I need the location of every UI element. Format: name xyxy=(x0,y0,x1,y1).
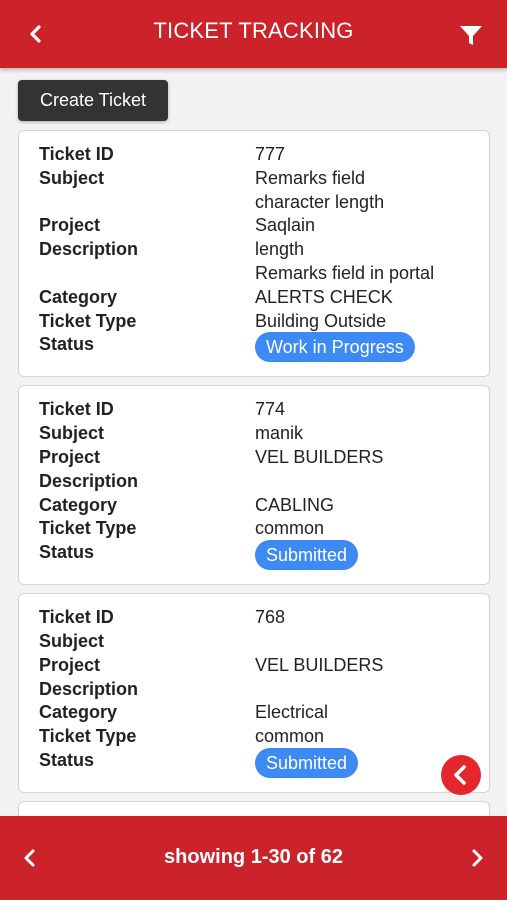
description-row: Description xyxy=(39,678,489,702)
ticket-id-row: Ticket ID 768 xyxy=(39,606,489,630)
category-value: Electrical xyxy=(255,702,329,723)
description-label: Description xyxy=(39,470,139,491)
status-row: Status Submitted xyxy=(39,747,489,778)
description-row: Description length Remarks field in portal xyxy=(39,238,489,286)
subject-line: character length xyxy=(255,191,385,212)
ticket-id-row: Ticket ID 774 xyxy=(39,398,489,422)
status-label: Status xyxy=(39,334,95,355)
subject-label: Subject xyxy=(39,167,105,188)
subject-label: Subject xyxy=(39,630,105,651)
ticket-id-value: 768 xyxy=(255,607,286,628)
subject-row: Subject manik xyxy=(39,422,489,446)
description-value: length Remarks field in portal xyxy=(255,238,489,286)
description-line: length xyxy=(255,239,305,260)
description-value xyxy=(255,470,489,494)
description-label: Description xyxy=(39,239,139,260)
project-label: Project xyxy=(39,654,101,675)
subject-value: manik xyxy=(255,423,304,444)
ticket-type-row: Ticket Type common xyxy=(39,725,489,749)
subject-value xyxy=(255,630,489,654)
category-value: ALERTS CHECK xyxy=(255,286,393,307)
status-row: Status Work in Progress xyxy=(39,332,489,363)
category-row: Category Electrical xyxy=(39,701,489,725)
project-row: Project Saqlain xyxy=(39,214,489,238)
ticket-type-label: Ticket Type xyxy=(39,726,137,747)
ticket-type-row: Ticket Type Building Outside xyxy=(39,310,489,334)
ticket-type-row: Ticket Type common xyxy=(39,517,489,541)
page-title: TICKET TRACKING xyxy=(153,18,354,43)
app-header: TICKET TRACKING xyxy=(0,0,507,68)
status-row: Status Submitted xyxy=(39,540,489,571)
status-badge: Submitted xyxy=(255,747,359,778)
create-ticket-button[interactable]: Create Ticket xyxy=(18,80,168,121)
subject-value: Remarks field character length xyxy=(255,167,489,215)
project-label: Project xyxy=(39,215,101,236)
ticket-id-label: Ticket ID xyxy=(39,607,114,628)
collapse-chevron-left-icon[interactable] xyxy=(441,755,481,795)
description-label: Description xyxy=(39,678,139,699)
ticket-id-value: 774 xyxy=(255,399,286,420)
ticket-type-value: common xyxy=(255,726,325,747)
ticket-id-label: Ticket ID xyxy=(39,144,114,164)
ticket-type-value: Building Outside xyxy=(255,310,387,331)
subject-row: Subject Remarks field character length xyxy=(39,167,489,215)
ticket-card[interactable]: Ticket ID 774 Subject manik Project VEL BUI… xyxy=(18,385,490,586)
project-label: Project xyxy=(39,446,101,467)
ticket-type-label: Ticket Type xyxy=(39,518,137,539)
ticket-id-row: Ticket ID 777 xyxy=(39,143,489,167)
ticket-id-value: 777 xyxy=(255,144,286,164)
next-page-icon[interactable] xyxy=(463,844,491,872)
subject-line: Remarks field xyxy=(255,167,366,188)
status-badge: Work in Progress xyxy=(255,332,415,363)
category-value: CABLING xyxy=(255,494,335,515)
category-label: Category xyxy=(39,494,118,515)
category-row: Category CABLING xyxy=(39,494,489,518)
description-value xyxy=(255,678,489,702)
ticket-id-label: Ticket ID xyxy=(39,399,114,420)
project-row: Project VEL BUILDERS xyxy=(39,446,489,470)
subject-row: Subject xyxy=(39,630,489,654)
ticket-card[interactable]: Ticket ID 768 Subject Project VEL BUILDERS… xyxy=(18,593,490,793)
status-label: Status xyxy=(39,749,95,770)
description-line: Remarks field in portal xyxy=(255,262,435,283)
project-value: VEL BUILDERS xyxy=(255,446,384,467)
description-row: Description xyxy=(39,470,489,494)
ticket-list: Ticket ID 777 Subject Remarks field charact… xyxy=(18,130,490,829)
ticket-type-label: Ticket Type xyxy=(39,310,137,331)
ticket-card[interactable]: Ticket ID 777 Subject Remarks field charact… xyxy=(18,130,490,378)
pagination-info: showing 1-30 of 62 xyxy=(164,846,343,868)
status-label: Status xyxy=(39,542,95,563)
status-badge: Submitted xyxy=(255,540,359,571)
project-value: VEL BUILDERS xyxy=(255,654,384,675)
project-row: Project VEL BUILDERS xyxy=(39,654,489,678)
pagination-bar: showing 1-30 of 62 xyxy=(0,816,507,900)
subject-label: Subject xyxy=(39,423,105,444)
category-row: Category ALERTS CHECK xyxy=(39,286,489,310)
project-value: Saqlain xyxy=(255,215,316,236)
filter-funnel-icon[interactable] xyxy=(457,22,485,50)
ticket-type-value: common xyxy=(255,518,325,539)
category-label: Category xyxy=(39,702,118,723)
category-label: Category xyxy=(39,286,118,307)
